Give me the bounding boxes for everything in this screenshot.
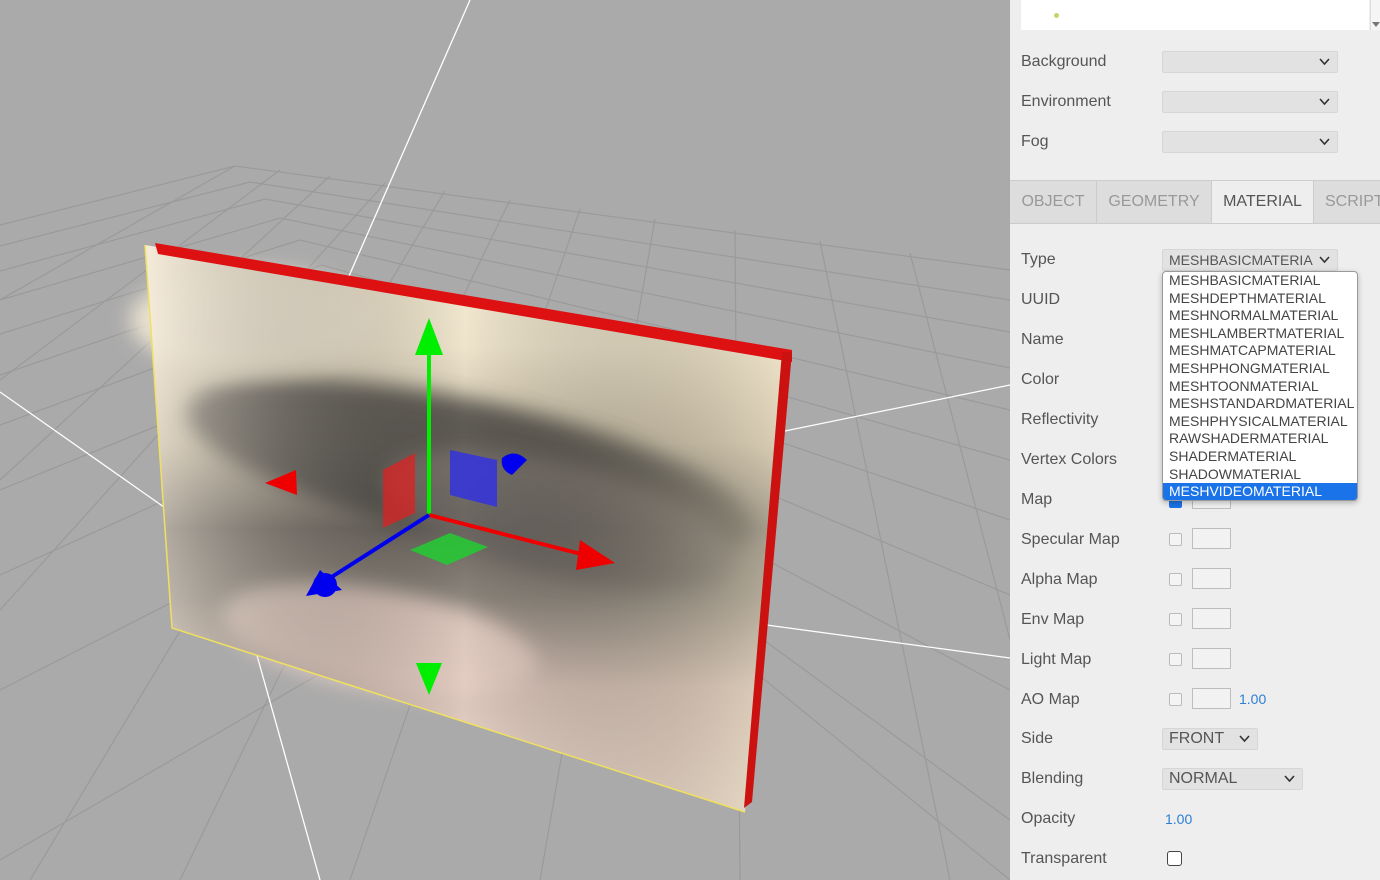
chevron-down-icon [1319, 256, 1330, 264]
uuid-label: UUID [1021, 291, 1061, 308]
environment-label: Environment [1021, 93, 1111, 110]
viewport-3d[interactable] [0, 0, 1010, 880]
vertex-colors-label: Vertex Colors [1021, 451, 1118, 468]
environment-select[interactable] [1162, 91, 1338, 113]
opacity-label: Opacity [1021, 810, 1076, 827]
env-map-texture-slot[interactable] [1192, 608, 1231, 629]
tab-script[interactable]: SCRIPT [1314, 181, 1380, 223]
ao-map-texture-slot[interactable] [1192, 688, 1231, 709]
specular-map-texture-slot[interactable] [1192, 528, 1231, 549]
type-select[interactable]: MESHBASICMATERIA [1162, 249, 1338, 271]
properties-tabs: OBJECT GEOMETRY MATERIAL SCRIPT [1010, 180, 1380, 224]
transparent-label: Transparent [1021, 850, 1107, 867]
side-select-value: FRONT [1169, 730, 1225, 747]
light-map-label: Light Map [1021, 651, 1092, 668]
type-option[interactable]: MESHDEPTHMATERIAL [1163, 290, 1357, 308]
name-label: Name [1021, 331, 1064, 348]
type-option[interactable]: MESHNORMALMATERIAL [1163, 307, 1357, 325]
fog-label: Fog [1021, 133, 1049, 150]
type-option[interactable]: MESHBASICMATERIAL [1163, 272, 1357, 290]
env-map-label: Env Map [1021, 611, 1085, 628]
alpha-map-texture-slot[interactable] [1192, 568, 1231, 589]
side-select[interactable]: FRONT [1162, 728, 1258, 750]
alpha-map-checkbox[interactable] [1169, 573, 1182, 586]
ao-map-label: AO Map [1021, 691, 1080, 708]
chevron-down-icon [1319, 98, 1330, 106]
opacity-value[interactable]: 1.00 [1165, 806, 1192, 832]
type-option[interactable]: MESHSTANDARDMATERIAL [1163, 395, 1357, 413]
specular-map-checkbox[interactable] [1169, 533, 1182, 546]
type-select-value: MESHBASICMATERIA [1169, 252, 1313, 268]
blending-select[interactable]: NORMAL [1162, 768, 1303, 790]
background-label: Background [1021, 53, 1107, 70]
specular-map-label: Specular Map [1021, 531, 1120, 548]
chevron-down-icon [1319, 138, 1330, 146]
type-option[interactable]: MESHPHONGMATERIAL [1163, 360, 1357, 378]
map-label: Map [1021, 491, 1053, 508]
type-option[interactable]: MESHTOONMATERIAL [1163, 378, 1357, 396]
type-option[interactable]: RAWSHADERMATERIAL [1163, 430, 1357, 448]
type-option[interactable]: MESHPHYSICALMATERIAL [1163, 413, 1357, 431]
tab-material[interactable]: MATERIAL [1212, 181, 1314, 223]
scene-outliner[interactable] [1021, 0, 1369, 30]
color-label: Color [1021, 371, 1060, 388]
outliner-item-dot [1054, 13, 1059, 18]
sidebar-panel: Background Environment Fog OBJECT GEOMET… [1010, 0, 1380, 880]
type-label: Type [1021, 251, 1056, 268]
blending-label: Blending [1021, 770, 1084, 787]
side-label: Side [1021, 730, 1054, 747]
transparent-checkbox[interactable] [1167, 851, 1182, 866]
background-select[interactable] [1162, 51, 1338, 73]
env-map-checkbox[interactable] [1169, 613, 1182, 626]
type-option[interactable]: SHADOWMATERIAL [1163, 466, 1357, 484]
chevron-down-icon [1239, 735, 1250, 743]
light-map-texture-slot[interactable] [1192, 648, 1231, 669]
light-map-checkbox[interactable] [1169, 653, 1182, 666]
type-dropdown-list[interactable]: MESHBASICMATERIAL MESHDEPTHMATERIAL MESHNO… [1162, 271, 1358, 501]
reflectivity-label: Reflectivity [1021, 411, 1099, 428]
chevron-down-icon [1319, 58, 1330, 66]
tab-geometry[interactable]: GEOMETRY [1097, 181, 1212, 223]
type-option[interactable]: MESHMATCAPMATERIAL [1163, 342, 1357, 360]
outliner-scrollbar[interactable] [1370, 0, 1380, 30]
alpha-map-label: Alpha Map [1021, 571, 1098, 588]
tab-object[interactable]: OBJECT [1010, 181, 1097, 223]
type-option[interactable]: SHADERMATERIAL [1163, 448, 1357, 466]
fog-select[interactable] [1162, 131, 1338, 153]
ao-map-checkbox[interactable] [1169, 693, 1182, 706]
scroll-down-icon[interactable] [1372, 22, 1380, 27]
scene-canvas[interactable] [0, 0, 1010, 880]
type-option[interactable]: MESHLAMBERTMATERIAL [1163, 325, 1357, 343]
blending-select-value: NORMAL [1169, 770, 1238, 787]
chevron-down-icon [1284, 775, 1295, 783]
type-option[interactable]: MESHVIDEOMATERIAL [1163, 483, 1357, 500]
ao-map-intensity[interactable]: 1.00 [1239, 686, 1266, 712]
